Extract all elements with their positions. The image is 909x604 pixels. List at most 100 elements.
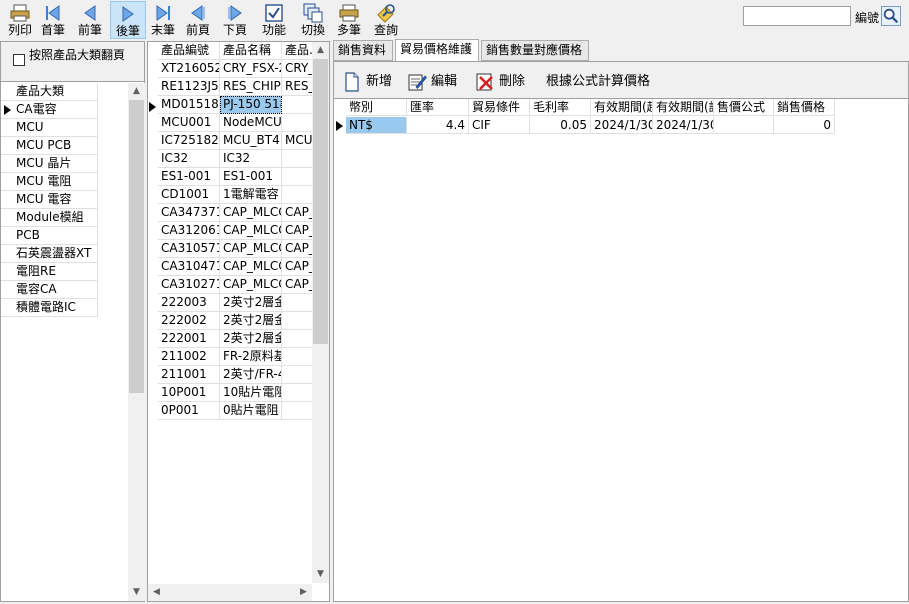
table-cell[interactable]: MCU_BT4.0 xyxy=(220,132,282,150)
price-table-cell[interactable]: 4.4 xyxy=(407,117,469,134)
toolbar-button-next-record[interactable]: 後筆 xyxy=(110,1,146,39)
category-list-item[interactable]: Module模組 xyxy=(1,209,98,227)
toolbar-button-switch[interactable]: 切換 xyxy=(297,1,329,39)
toolbar-button-query[interactable]: 查詢 xyxy=(370,1,402,39)
category-vertical-scrollbar[interactable]: ▲ ▼ xyxy=(128,83,145,601)
table-cell[interactable]: 1電解電容 xyxy=(220,186,282,204)
table-cell[interactable]: CA3120612 xyxy=(158,222,220,240)
price-table-cell[interactable]: 0.05 xyxy=(530,117,591,134)
table-cell[interactable]: 222003 xyxy=(158,294,220,312)
table-row[interactable]: CA3105712CAP_MLCCCAP_ xyxy=(148,240,322,258)
table-cell[interactable]: CA3104712 xyxy=(158,258,220,276)
category-column-header[interactable]: 產品大類 xyxy=(1,83,98,101)
tab-1[interactable]: 銷售資料 xyxy=(333,40,393,61)
table-cell[interactable]: MD0151822 xyxy=(158,96,220,114)
search-input[interactable] xyxy=(743,6,851,26)
category-list-item[interactable]: PCB xyxy=(1,227,98,245)
table-cell[interactable]: 222001 xyxy=(158,330,220,348)
tab-2[interactable]: 貿易價格維護 xyxy=(395,39,479,62)
table-cell[interactable]: CAP_MLCC xyxy=(220,222,282,240)
price-column-header[interactable]: 售價公式 xyxy=(714,99,774,116)
table-cell[interactable]: XT2160522 xyxy=(158,60,220,78)
category-list-item[interactable]: 電阻RE xyxy=(1,263,98,281)
table-cell[interactable]: CA3102712 xyxy=(158,276,220,294)
scroll-down-arrow-icon[interactable]: ▼ xyxy=(128,584,145,601)
price-table-cell[interactable]: 2024/1/30 xyxy=(591,117,653,134)
category-list-item[interactable]: MCU PCB xyxy=(1,137,98,155)
category-list-item[interactable]: MCU 電阻 xyxy=(1,173,98,191)
category-list-item[interactable]: MCU 晶片 xyxy=(1,155,98,173)
scroll-thumb[interactable] xyxy=(313,59,328,344)
toolbar-button-previous-record[interactable]: 前筆 xyxy=(74,1,106,39)
column-header[interactable]: 產品編號 xyxy=(158,42,220,60)
table-cell[interactable]: CAP_MLCC xyxy=(220,240,282,258)
table-row[interactable]: IC72518226MCU_BT4.0MCU_ xyxy=(148,132,322,150)
scroll-right-arrow-icon[interactable]: ▶ xyxy=(295,584,312,601)
table-cell[interactable]: CAP_MLCC xyxy=(220,258,282,276)
product-horizontal-scrollbar[interactable]: ◀ ▶ xyxy=(148,584,312,601)
table-cell[interactable]: CD1001 xyxy=(158,186,220,204)
price-column-header[interactable]: 貿易條件 xyxy=(469,99,530,116)
table-cell[interactable]: ES1-001 xyxy=(158,168,220,186)
table-row[interactable]: CA3120612CAP_MLCCCAP_ xyxy=(148,222,322,240)
category-list-item[interactable]: MCU 電容 xyxy=(1,191,98,209)
table-cell[interactable]: 211002 xyxy=(158,348,220,366)
price-table-cell[interactable] xyxy=(714,117,774,134)
table-cell[interactable]: RE1123J51 xyxy=(158,78,220,96)
category-list-item[interactable]: 石英震盪器XT xyxy=(1,245,98,263)
scroll-down-arrow-icon[interactable]: ▼ xyxy=(312,566,329,583)
page-by-category-checkbox[interactable] xyxy=(13,54,25,66)
column-header[interactable]: 產品名稱 xyxy=(220,42,282,60)
table-row[interactable]: 0P001 0貼片電阻 xyxy=(148,402,322,420)
table-row[interactable]: CA3473712CAP_MLCCCAP_ xyxy=(148,204,322,222)
price-table-cell[interactable]: 0 xyxy=(774,117,835,134)
search-button[interactable] xyxy=(881,6,901,26)
table-row[interactable]: 211002 FR-2原料基 xyxy=(148,348,322,366)
table-cell[interactable]: 10P001 xyxy=(158,384,220,402)
toolbar-button-first-record[interactable]: 首筆 xyxy=(37,1,69,39)
table-row[interactable]: CA3104712CAP_MLCCCAP_ xyxy=(148,258,322,276)
calculate-by-formula-button[interactable]: 根據公式計算價格 xyxy=(546,70,650,94)
price-column-header[interactable]: 毛利率 xyxy=(530,99,591,116)
table-cell[interactable]: 2英寸2層金 xyxy=(220,330,282,348)
price-column-header[interactable]: 幣別 xyxy=(346,99,407,116)
toolbar-button-function[interactable]: 功能 xyxy=(258,1,290,39)
table-cell[interactable]: MCU001 xyxy=(158,114,220,132)
table-cell[interactable]: CA3473712 xyxy=(158,204,220,222)
toolbar-button-multi-record[interactable]: 多筆 xyxy=(333,1,365,39)
table-row[interactable]: IC32 IC32 xyxy=(148,150,322,168)
table-row[interactable]: ES1-001 ES1-001 xyxy=(148,168,322,186)
table-cell[interactable]: 211001 xyxy=(158,366,220,384)
scroll-left-arrow-icon[interactable]: ◀ xyxy=(148,584,165,601)
table-row[interactable]: XT2160522CRY_FSX-2CRY_ xyxy=(148,60,322,78)
table-cell[interactable]: 2英寸2層金 xyxy=(220,312,282,330)
table-cell[interactable]: CRY_FSX-2 xyxy=(220,60,282,78)
table-row[interactable]: 10P001 10貼片電阻 xyxy=(148,384,322,402)
price-column-header[interactable]: 銷售價格 xyxy=(774,99,835,116)
product-vertical-scrollbar[interactable]: ▲ ▼ xyxy=(312,42,329,583)
table-cell[interactable]: RES_CHIP xyxy=(220,78,282,96)
price-column-header[interactable]: 匯率 xyxy=(407,99,469,116)
scroll-up-arrow-icon[interactable]: ▲ xyxy=(312,42,329,59)
table-cell[interactable]: IC72518226 xyxy=(158,132,220,150)
category-list-item[interactable]: CA電容 xyxy=(1,101,98,119)
scroll-up-arrow-icon[interactable]: ▲ xyxy=(128,83,145,100)
toolbar-button-printer[interactable]: 列印 xyxy=(4,1,36,39)
table-row[interactable]: CA3102712CAP_MLCCCAP_ xyxy=(148,276,322,294)
table-cell[interactable]: 10貼片電阻 xyxy=(220,384,282,402)
table-row[interactable]: RE1123J51 RES_CHIP RES_ xyxy=(148,78,322,96)
table-cell[interactable]: 0貼片電阻 xyxy=(220,402,282,420)
table-row[interactable]: MCU001NodeMCU主 xyxy=(148,114,322,132)
table-cell[interactable]: CAP_MLCC xyxy=(220,204,282,222)
table-cell[interactable]: CAP_MLCC xyxy=(220,276,282,294)
table-cell[interactable]: 2英寸/FR-4 xyxy=(220,366,282,384)
table-row[interactable]: MD0151822PJ-150 5183 xyxy=(148,96,322,114)
price-table-cell[interactable]: NT$ xyxy=(346,117,407,134)
table-cell[interactable]: IC32 xyxy=(220,150,282,168)
toolbar-button-last-record[interactable]: 末筆 xyxy=(147,1,179,39)
table-cell[interactable]: NodeMCU主 xyxy=(220,114,282,132)
price-table-cell[interactable]: CIF xyxy=(469,117,530,134)
price-column-header[interactable]: 有效期間(訖 xyxy=(653,99,714,116)
price-table-cell[interactable]: 2024/1/30 xyxy=(653,117,714,134)
table-cell[interactable]: 2英寸2層金 xyxy=(220,294,282,312)
